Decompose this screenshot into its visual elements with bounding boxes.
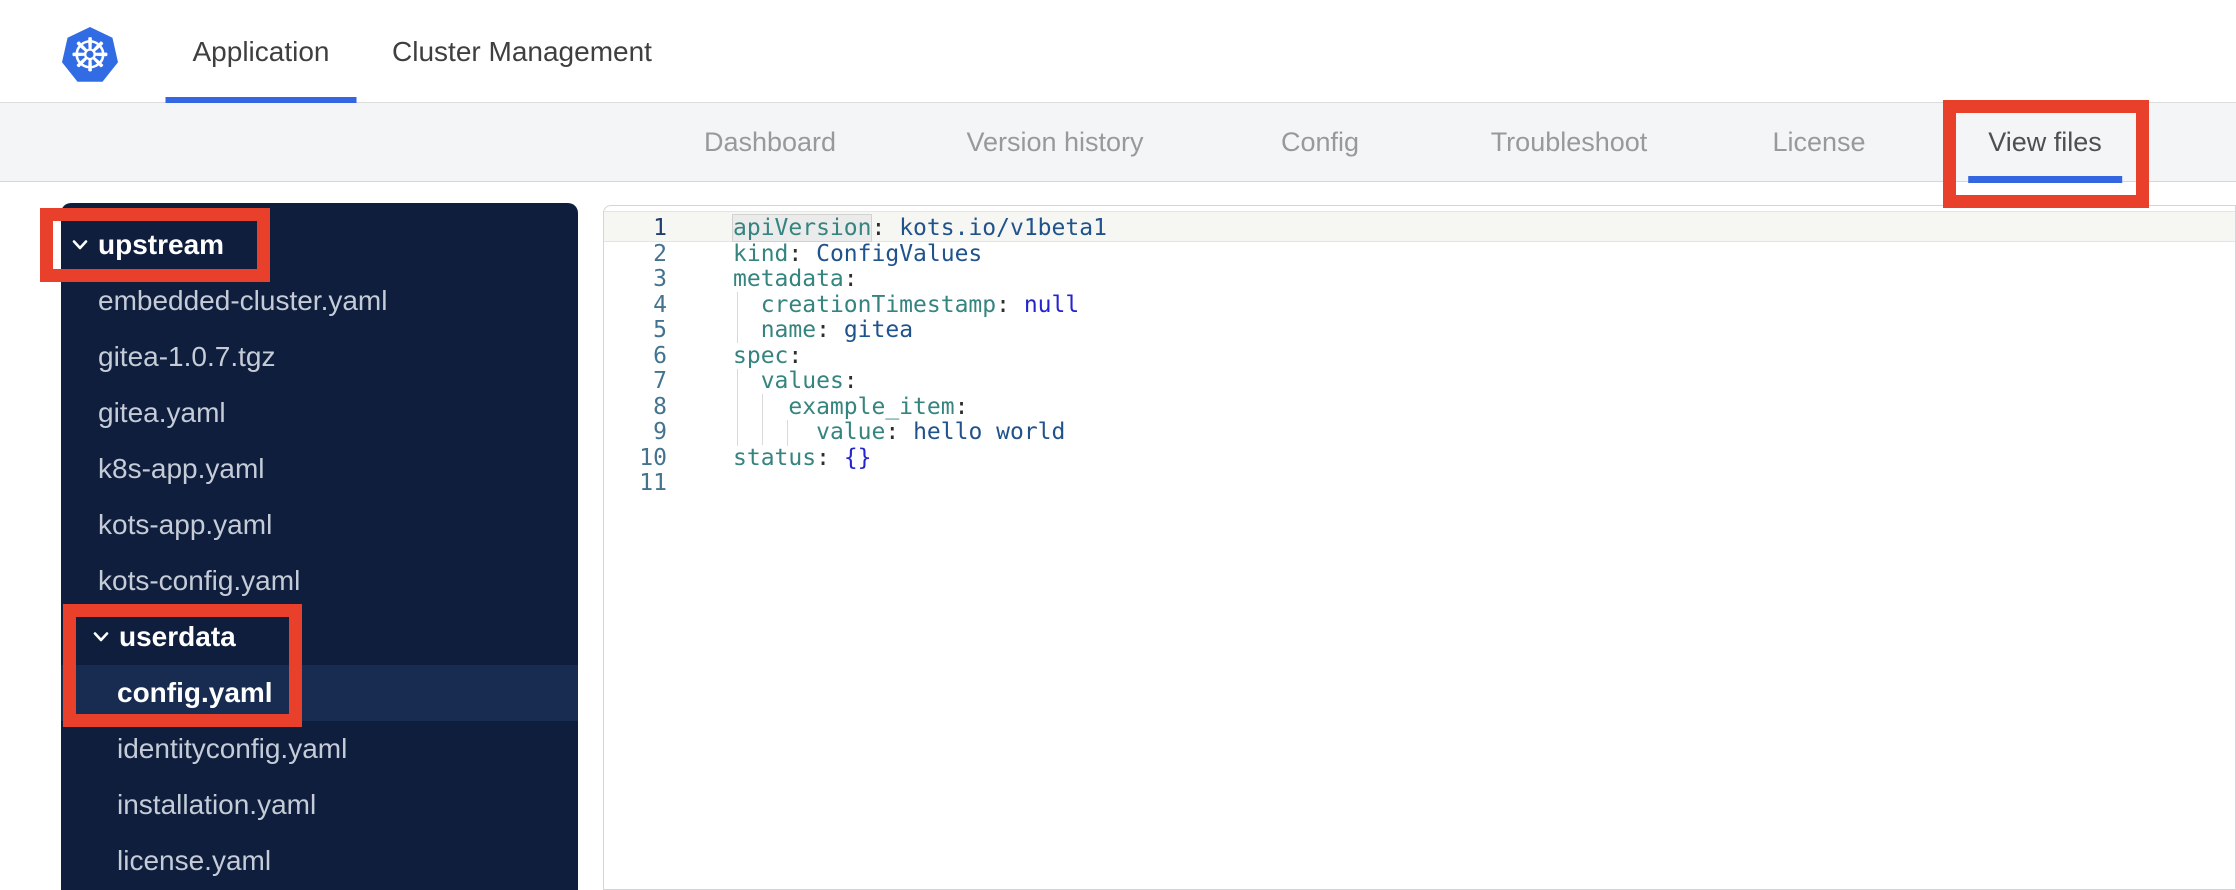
subnav-tab-label: Troubleshoot xyxy=(1490,126,1648,157)
chevron-down-icon xyxy=(72,240,88,250)
kubernetes-logo-icon: ☸ xyxy=(62,27,118,82)
code-line: 6 spec: xyxy=(604,342,2235,370)
tree-file-kots-config-yaml[interactable]: kots-config.yaml xyxy=(61,553,578,609)
helm-wheel-glyph: ☸ xyxy=(69,28,111,82)
subnav-tab-config[interactable]: Config xyxy=(1281,103,1359,181)
tree-file-gitea-1-0-7-tgz[interactable]: gitea-1.0.7.tgz xyxy=(61,329,578,385)
subnav-tab-label: License xyxy=(1772,126,1866,157)
code-text: values: xyxy=(760,368,858,394)
tree-folder-upstream[interactable]: upstream xyxy=(61,217,578,273)
code-text: spec: xyxy=(733,342,803,369)
subnav-tab-license[interactable]: License xyxy=(1772,103,1865,181)
code-text: status: {} xyxy=(733,444,872,471)
code-line: 10 status: {} xyxy=(604,444,2235,472)
tree-file-k8s-app-yaml[interactable]: k8s-app.yaml xyxy=(61,441,578,497)
tree-folder-userdata[interactable]: userdata xyxy=(61,609,578,665)
code-content: 1 apiVersion: kots.io/v1beta1 2 kind: Co… xyxy=(604,215,2235,497)
code-text: value: hello world xyxy=(816,419,1066,445)
file-tree: upstream embedded-cluster.yaml gitea-1.0… xyxy=(61,217,578,889)
subnav-tab-dashboard[interactable]: Dashboard xyxy=(704,103,836,181)
line-number: 5 xyxy=(653,317,667,343)
line-number: 4 xyxy=(653,291,667,318)
code-line: 7 values: xyxy=(604,368,2235,395)
subnav-tab-view-files[interactable]: View files xyxy=(1968,103,2122,183)
app-header: ☸ Application Cluster Management xyxy=(0,0,2236,103)
code-text: name: gitea xyxy=(760,317,914,343)
tab-label: Application xyxy=(192,35,330,67)
code-line: 1 apiVersion: kots.io/v1beta1 xyxy=(604,215,2235,242)
tree-file-gitea-yaml[interactable]: gitea.yaml xyxy=(61,385,578,441)
line-number: 2 xyxy=(653,240,667,267)
tab-cluster-management[interactable]: Cluster Management xyxy=(392,0,652,103)
subnav-tab-version-history[interactable]: Version history xyxy=(966,103,1143,181)
code-line: 5 name: gitea xyxy=(604,317,2235,344)
code-text: example_item: xyxy=(788,393,969,420)
tree-file-config-yaml[interactable]: config.yaml xyxy=(61,665,578,721)
code-line: 9 value: hello world xyxy=(604,419,2235,446)
code-text: creationTimestamp: null xyxy=(760,291,1080,318)
code-line: 11 xyxy=(604,470,2235,497)
tree-file-identityconfig-yaml[interactable]: identityconfig.yaml xyxy=(61,721,578,777)
code-text: apiVersion: kots.io/v1beta1 xyxy=(733,215,1107,241)
tab-application[interactable]: Application xyxy=(165,0,357,103)
code-line: 4 creationTimestamp: null xyxy=(604,291,2235,319)
line-number: 10 xyxy=(639,444,667,471)
tree-file-license-yaml[interactable]: license.yaml xyxy=(61,833,578,889)
line-number: 11 xyxy=(639,470,667,496)
subnav-tab-label: View files xyxy=(1988,126,2102,157)
subnav-tab-label: Version history xyxy=(966,126,1144,157)
line-number: 3 xyxy=(653,266,667,292)
code-line: 3 metadata: xyxy=(604,266,2235,293)
code-text: metadata: xyxy=(733,266,858,292)
file-tree-sidebar: upstream embedded-cluster.yaml gitea-1.0… xyxy=(61,203,578,890)
code-text: kind: ConfigValues xyxy=(733,240,983,267)
line-number: 6 xyxy=(653,342,667,369)
yaml-editor[interactable]: 1 apiVersion: kots.io/v1beta1 2 kind: Co… xyxy=(603,205,2236,890)
tab-label: Cluster Management xyxy=(392,35,652,67)
code-line: 8 example_item: xyxy=(604,393,2235,421)
subnav-tab-troubleshoot[interactable]: Troubleshoot xyxy=(1491,103,1648,181)
app-subnav: Dashboard Version history Config Troublesho… xyxy=(0,103,2236,183)
subnav-tab-label: Dashboard xyxy=(703,126,837,157)
line-number: 9 xyxy=(653,419,667,445)
line-number: 8 xyxy=(653,393,667,420)
code-line: 2 kind: ConfigValues xyxy=(604,240,2235,268)
tree-file-embedded-cluster-yaml[interactable]: embedded-cluster.yaml xyxy=(61,273,578,329)
tree-file-kots-app-yaml[interactable]: kots-app.yaml xyxy=(61,497,578,553)
line-number: 7 xyxy=(653,368,667,394)
line-number: 1 xyxy=(653,215,667,241)
tree-file-installation-yaml[interactable]: installation.yaml xyxy=(61,777,578,833)
subnav-tab-label: Config xyxy=(1280,126,1360,157)
chevron-down-icon xyxy=(93,632,109,642)
